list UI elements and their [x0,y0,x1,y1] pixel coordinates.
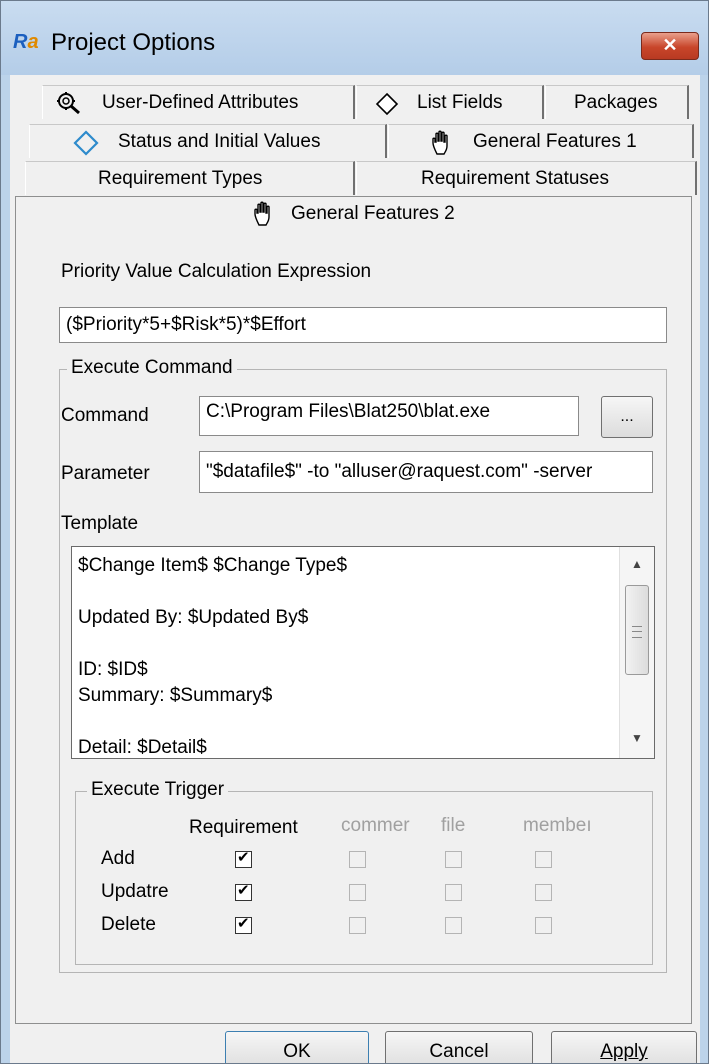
hand-icon [432,130,448,155]
trigger-checkbox [535,884,552,901]
tab-label: Requirement Types [98,168,263,189]
execute-trigger-legend: Execute Trigger [87,779,229,801]
diamond-icon [375,92,399,116]
column-header-requirement: Requirement [189,817,298,838]
row-label-update: Updatre [101,881,169,902]
tab-label: Status and Initial Values [118,131,321,152]
cancel-button[interactable]: Cancel [385,1031,533,1063]
trigger-checkbox [535,851,552,868]
trigger-checkbox [349,851,366,868]
template-scrollbar[interactable]: ▲ ▼ [619,547,654,758]
tab-label: User-Defined Attributes [102,92,299,113]
app-logo-icon: Ra [13,31,39,53]
trigger-checkbox[interactable] [235,915,252,934]
title-bar[interactable]: Ra Project Options ✕ [1,1,708,75]
scroll-up-arrow-icon[interactable]: ▲ [628,557,646,571]
scrollbar-thumb[interactable] [625,585,649,675]
trigger-checkbox [535,917,552,934]
tab-label: List Fields [417,92,503,113]
scroll-down-arrow-icon[interactable]: ▼ [628,731,646,745]
apply-button[interactable]: Apply [551,1031,697,1063]
priority-label: Priority Value Calculation Expression [61,261,372,282]
trigger-checkbox [445,851,462,868]
browse-button[interactable]: ... [601,396,653,438]
priority-expression-input[interactable]: ($Priority*5+$Risk*5)*$Effort [59,307,667,343]
cycle-arrows-icon [73,130,99,156]
tab-status-initial-values[interactable]: Status and Initial Values [29,124,387,158]
tab-general-features-2[interactable]: General Features 2 [17,197,687,237]
row-label-delete: Delete [101,914,156,935]
trigger-checkbox[interactable] [235,849,252,868]
template-text: $Change Item$ $Change Type$ Updated By: … [78,555,348,758]
command-label: Command [61,405,149,426]
tab-user-defined-attributes[interactable]: User-Defined Attributes [42,85,355,119]
command-input[interactable]: C:\Program Files\Blat250\blat.exe [199,396,579,436]
tab-packages[interactable]: Packages [545,85,689,119]
hand-icon [254,201,270,226]
column-header-file: file [441,815,466,836]
window-title: Project Options [51,29,216,56]
ok-button[interactable]: OK [225,1031,369,1063]
parameter-label: Parameter [61,463,150,484]
tab-label: General Features 2 [291,203,455,224]
tab-requirement-statuses[interactable]: Requirement Statuses [356,161,697,195]
tab-label: Packages [574,92,658,113]
trigger-checkbox [349,917,366,934]
column-header-member: membeı [523,815,592,836]
row-label-add: Add [101,848,135,869]
grip-icon [632,626,642,638]
trigger-checkbox [445,884,462,901]
column-header-commer: commer [341,815,410,836]
tab-label: Requirement Statuses [421,168,609,189]
tab-general-features-1[interactable]: General Features 1 [388,124,694,158]
trigger-checkbox[interactable] [235,882,252,901]
parameter-input[interactable]: "$datafile$" -to "alluser@raquest.com" -… [199,451,653,493]
template-textarea[interactable]: $Change Item$ $Change Type$ Updated By: … [71,546,655,759]
trigger-checkbox [445,917,462,934]
project-options-window: Ra Project Options ✕ User-Defined Attrib… [0,0,709,1064]
trigger-checkbox [349,884,366,901]
close-button[interactable]: ✕ [641,32,699,60]
tab-list-fields[interactable]: List Fields [356,85,544,119]
template-label: Template [61,513,139,534]
tab-requirement-types[interactable]: Requirement Types [25,161,355,195]
tab-label: General Features 1 [473,131,637,152]
execute-command-legend: Execute Command [67,357,237,379]
magnifier-gear-icon [57,92,80,115]
